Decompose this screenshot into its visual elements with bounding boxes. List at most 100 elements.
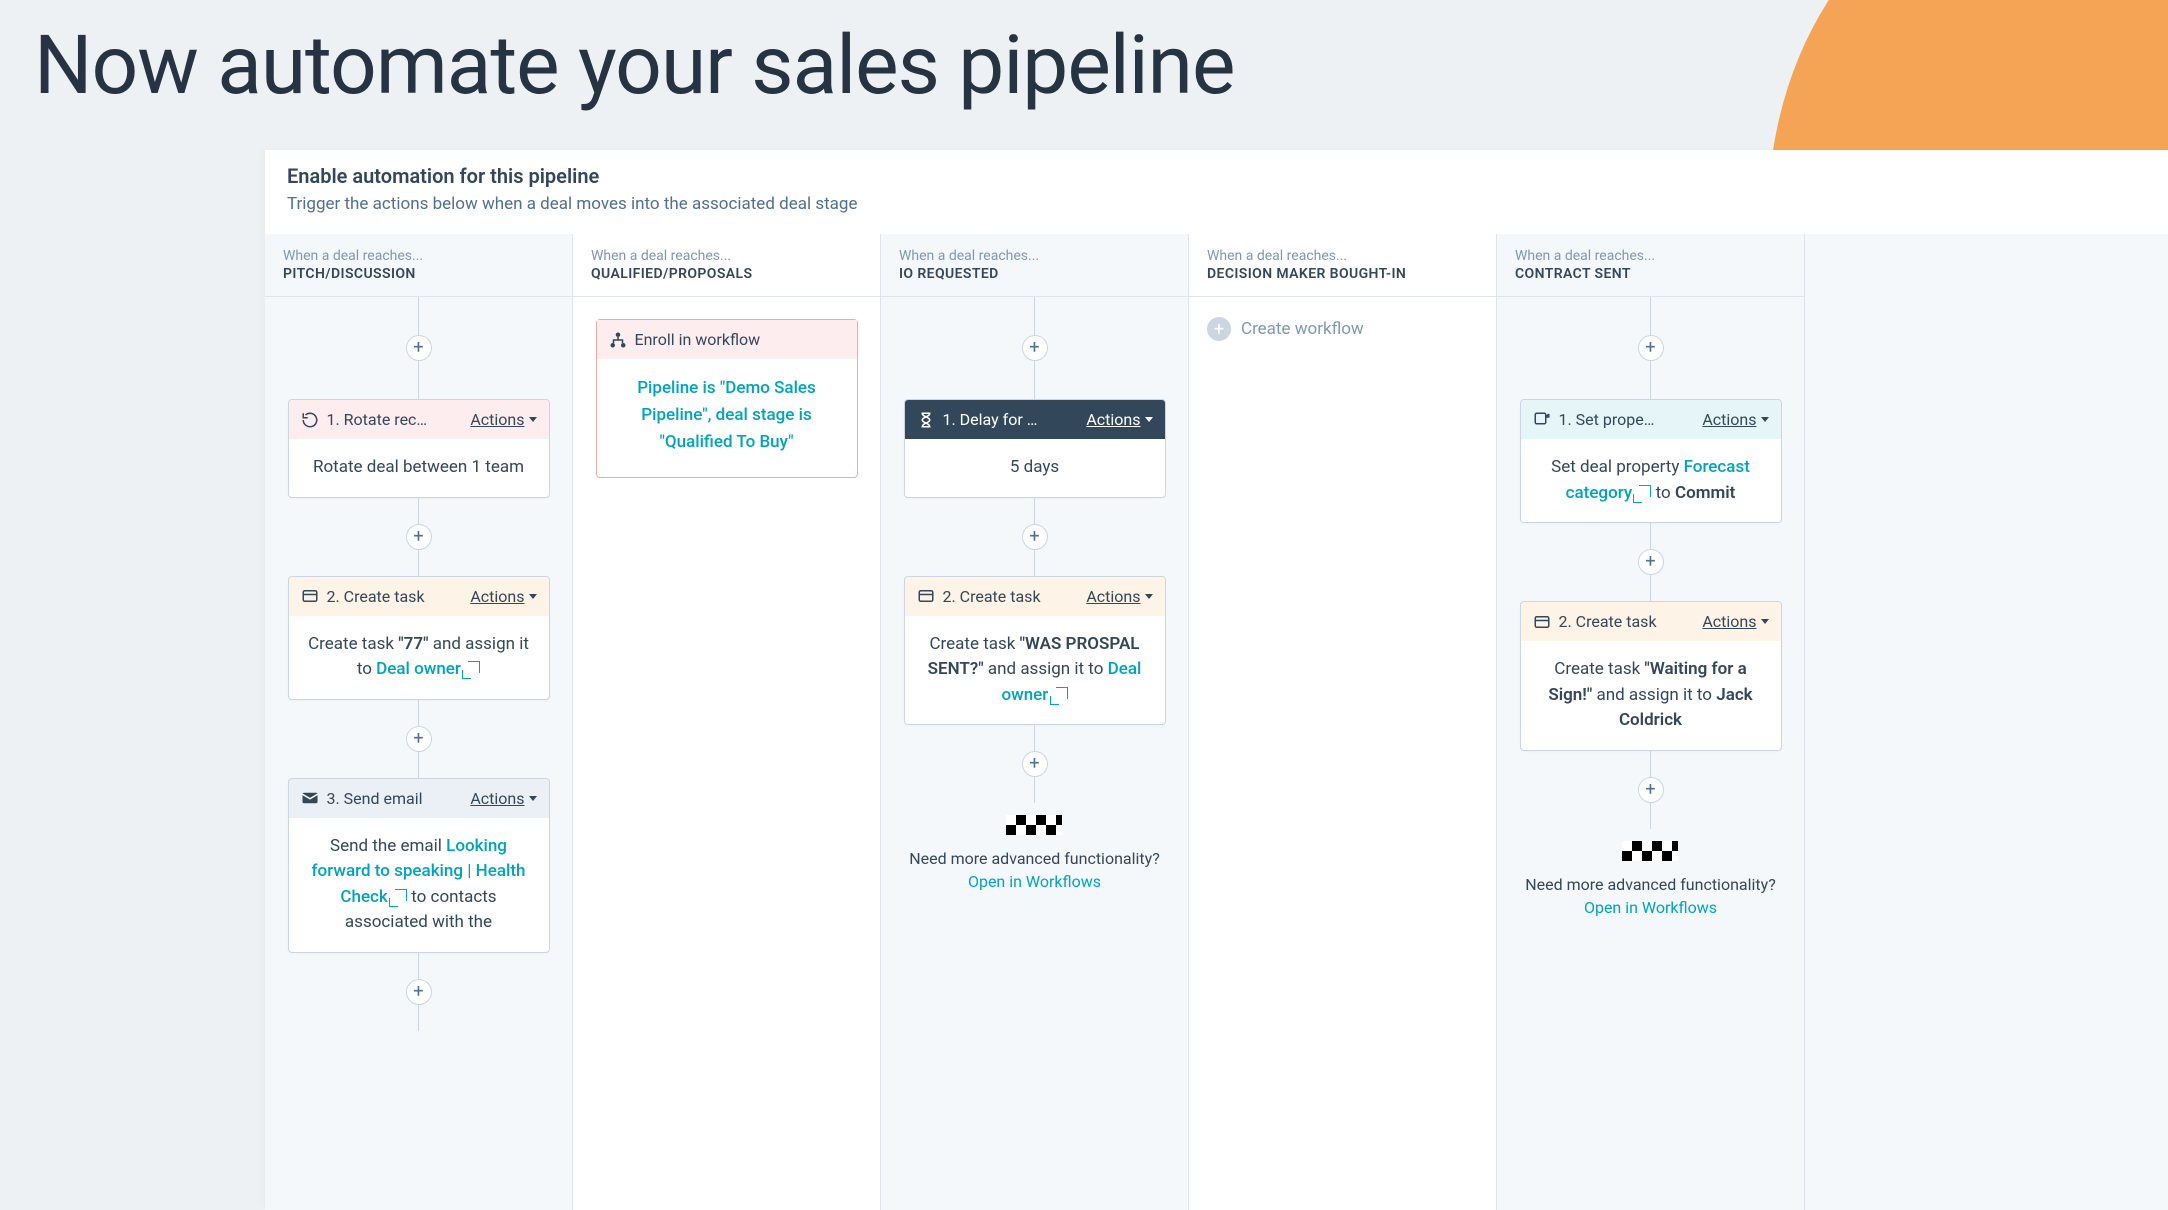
card-actions-dropdown[interactable]: Actions <box>1086 410 1152 429</box>
property-icon <box>1533 411 1551 429</box>
workflow-finish: Need more advanced functionality? Open i… <box>1525 841 1776 917</box>
task-icon <box>301 587 319 605</box>
rotate-icon <box>301 411 319 429</box>
add-step-button[interactable]: + <box>406 335 432 361</box>
add-step-button[interactable]: + <box>1022 335 1048 361</box>
workflow-card[interactable]: 2. Create task Actions Create task "Wait… <box>1520 601 1782 751</box>
workflow-card-header: 1. Set prope… Actions <box>1521 400 1781 439</box>
workflow-card-title: 2. Create task <box>943 587 1041 606</box>
pipeline-column: When a deal reaches... CONTRACT SENT + 1… <box>1497 234 1805 1210</box>
task-icon <box>1533 613 1551 631</box>
add-step-button[interactable]: + <box>1638 335 1664 361</box>
workflow-card-body: Create task "WAS PROSPAL SENT?" and assi… <box>905 616 1165 725</box>
workflow-card-body: Create task "77" and assign it to Deal o… <box>289 616 549 699</box>
workflow-card[interactable]: 1. Delay for … Actions 5 days <box>904 399 1166 498</box>
column-stage-name: QUALIFIED/PROPOSALS <box>591 266 862 282</box>
connector-line <box>1650 803 1651 829</box>
card-actions-dropdown[interactable]: Actions <box>1702 612 1768 631</box>
workflow-flow: + 1. Delay for … Actions 5 days + 2. Cre… <box>881 297 1188 891</box>
connector-line <box>1650 575 1651 601</box>
connector-line <box>418 953 419 979</box>
card-actions-dropdown[interactable]: Actions <box>1702 410 1768 429</box>
connector-line <box>418 297 419 335</box>
pipeline-columns: When a deal reaches... PITCH/DISCUSSION … <box>265 234 2168 1210</box>
workflow-card-title: 1. Rotate rec… <box>327 410 428 429</box>
column-pretitle: When a deal reaches... <box>283 248 554 264</box>
workflow-card[interactable]: 1. Set prope… Actions Set deal property … <box>1520 399 1782 523</box>
finish-message: Need more advanced functionality? <box>1525 875 1776 894</box>
add-step-button[interactable]: + <box>1638 777 1664 803</box>
workflow-finish: Need more advanced functionality? Open i… <box>909 815 1160 891</box>
enroll-trigger-card[interactable]: Enroll in workflow Pipeline is "Demo Sal… <box>596 319 858 478</box>
column-header: When a deal reaches... CONTRACT SENT <box>1497 234 1804 297</box>
workflow-card-header: 2. Create task Actions <box>1521 602 1781 641</box>
column-header: When a deal reaches... DECISION MAKER BO… <box>1189 234 1496 297</box>
workflow-card-title: 3. Send email <box>327 789 423 808</box>
caret-down-icon <box>529 796 537 801</box>
workflow-card[interactable]: 2. Create task Actions Create task "77" … <box>288 576 550 700</box>
column-stage-name: PITCH/DISCUSSION <box>283 266 554 282</box>
create-workflow-button[interactable]: + Create workflow <box>1189 297 1496 361</box>
delay-icon <box>917 411 935 429</box>
connector-line <box>1650 751 1651 777</box>
workflow-card-title: 2. Create task <box>1559 612 1657 631</box>
add-step-button[interactable]: + <box>1638 549 1664 575</box>
connector-line <box>1034 777 1035 803</box>
column-stage-name: DECISION MAKER BOUGHT-IN <box>1207 266 1478 282</box>
add-step-button[interactable]: + <box>1022 751 1048 777</box>
column-pretitle: When a deal reaches... <box>1207 248 1478 264</box>
caret-down-icon <box>1761 417 1769 422</box>
add-step-button[interactable]: + <box>1022 524 1048 550</box>
add-step-button[interactable]: + <box>406 524 432 550</box>
pipeline-column: When a deal reaches... IO REQUESTED + 1.… <box>881 234 1189 1210</box>
column-header: When a deal reaches... IO REQUESTED <box>881 234 1188 297</box>
workflow-flow: + 1. Rotate rec… Actions Rotate deal bet… <box>265 297 572 1031</box>
connector-line <box>1034 297 1035 335</box>
open-in-workflows-link[interactable]: Open in Workflows <box>968 872 1101 891</box>
card-actions-dropdown[interactable]: Actions <box>1086 587 1152 606</box>
column-header: When a deal reaches... QUALIFIED/PROPOSA… <box>573 234 880 297</box>
connector-line <box>418 752 419 778</box>
card-actions-dropdown[interactable]: Actions <box>470 789 536 808</box>
pipeline-column: When a deal reaches... DECISION MAKER BO… <box>1189 234 1497 1210</box>
connector-line <box>1034 725 1035 751</box>
workflow-card-body: Set deal property Forecast category to C… <box>1521 439 1781 522</box>
connector-line <box>418 498 419 524</box>
column-header: When a deal reaches... PITCH/DISCUSSION <box>265 234 572 297</box>
connector-line <box>1034 361 1035 399</box>
connector-line <box>1034 498 1035 524</box>
panel-header: Enable automation for this pipeline Trig… <box>265 150 2168 234</box>
page-title: Now automate your sales pipeline <box>0 0 2168 114</box>
connector-line <box>1034 550 1035 576</box>
workflow-card-header: 2. Create task Actions <box>289 577 549 616</box>
finish-flag-icon <box>1006 815 1062 835</box>
card-actions-dropdown[interactable]: Actions <box>470 410 536 429</box>
pipeline-column: When a deal reaches... PITCH/DISCUSSION … <box>265 234 573 1210</box>
workflow-card[interactable]: 1. Rotate rec… Actions Rotate deal betwe… <box>288 399 550 498</box>
automation-panel: Enable automation for this pipeline Trig… <box>265 150 2168 1206</box>
workflow-card-header: 2. Create task Actions <box>905 577 1165 616</box>
connector-line <box>418 361 419 399</box>
mail-icon <box>301 789 319 807</box>
workflow-card-header: 1. Rotate rec… Actions <box>289 400 549 439</box>
connector-line <box>1650 361 1651 399</box>
caret-down-icon <box>1145 594 1153 599</box>
enroll-card-header: Enroll in workflow <box>597 320 857 359</box>
connector-line <box>418 550 419 576</box>
workflow-card[interactable]: 3. Send email Actions Send the email Loo… <box>288 778 550 953</box>
column-stage-name: IO REQUESTED <box>899 266 1170 282</box>
workflow-card-body: Send the email Looking forward to speaki… <box>289 818 549 952</box>
column-pretitle: When a deal reaches... <box>899 248 1170 264</box>
task-icon <box>917 587 935 605</box>
workflow-card[interactable]: 2. Create task Actions Create task "WAS … <box>904 576 1166 726</box>
workflow-card-header: 1. Delay for … Actions <box>905 400 1165 439</box>
add-step-button[interactable]: + <box>406 979 432 1005</box>
workflow-card-body: 5 days <box>905 439 1165 497</box>
column-stage-name: CONTRACT SENT <box>1515 266 1786 282</box>
connector-line <box>418 700 419 726</box>
panel-subheading: Trigger the actions below when a deal mo… <box>287 194 2146 214</box>
card-actions-dropdown[interactable]: Actions <box>470 587 536 606</box>
caret-down-icon <box>1145 417 1153 422</box>
open-in-workflows-link[interactable]: Open in Workflows <box>1584 898 1717 917</box>
add-step-button[interactable]: + <box>406 726 432 752</box>
